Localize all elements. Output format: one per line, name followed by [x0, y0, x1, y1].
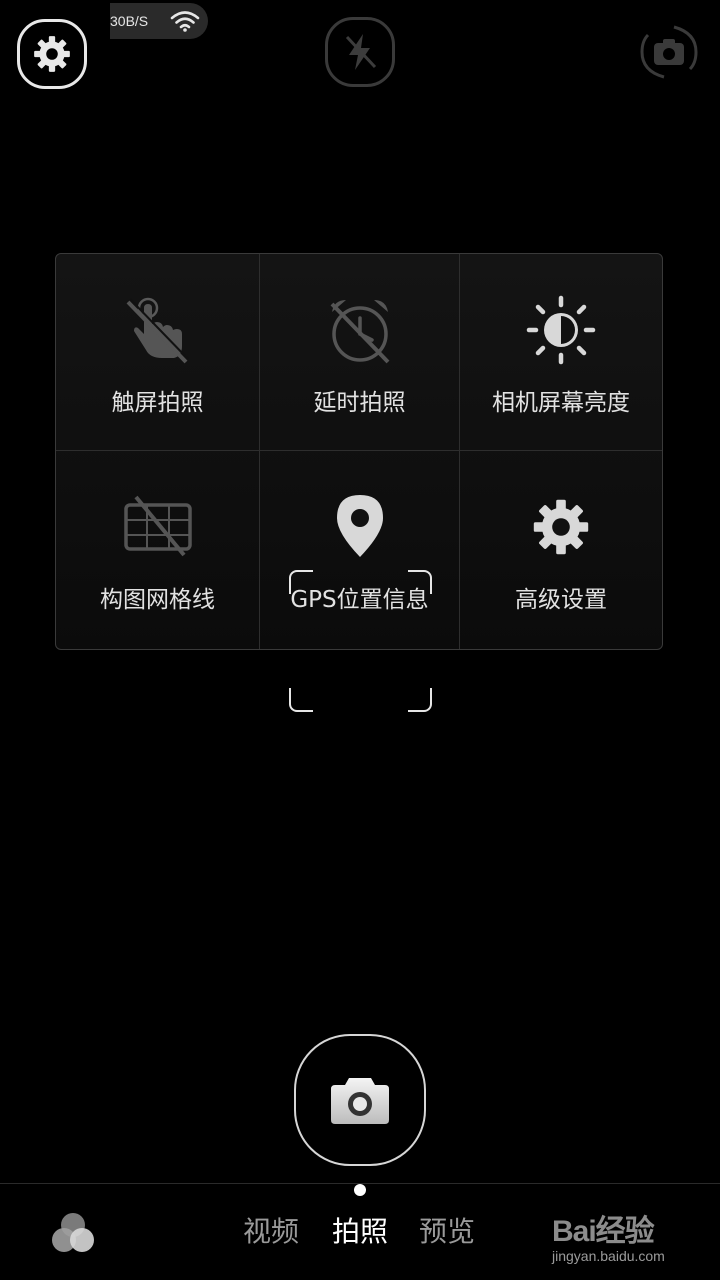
flash-toggle-button[interactable]: [325, 17, 395, 87]
screen-brightness-option[interactable]: 相机屏幕亮度: [460, 254, 662, 451]
focus-frame-corner: [289, 688, 313, 712]
screen-brightness-label: 相机屏幕亮度: [492, 390, 630, 416]
page-indicator-dot: [354, 1184, 366, 1196]
advanced-settings-option[interactable]: 高级设置: [460, 451, 662, 649]
baidu-watermark: Bai经验 jingyan.baidu.com: [550, 1200, 700, 1270]
gps-location-option[interactable]: GPS位置信息: [260, 451, 460, 649]
watermark-logo-text: Bai经验: [552, 1215, 655, 1248]
touch-shoot-option[interactable]: 触屏拍照: [56, 254, 260, 451]
focus-frame-corner: [408, 688, 432, 712]
camera-icon: [331, 1078, 389, 1124]
focus-frame-corner: [408, 570, 432, 594]
timer-shoot-option[interactable]: 延时拍照: [260, 254, 460, 451]
shutter-button[interactable]: [294, 1034, 426, 1166]
touch-shoot-off-icon: [126, 297, 189, 364]
grid-lines-label: 构图网格线: [100, 587, 215, 613]
mode-preview[interactable]: 预览: [419, 1212, 475, 1252]
settings-button[interactable]: [17, 19, 87, 89]
touch-shoot-label: 触屏拍照: [111, 390, 204, 416]
mode-photo[interactable]: 拍照: [332, 1212, 388, 1252]
brightness-icon: [526, 295, 596, 365]
timer-shoot-label: 延时拍照: [313, 390, 406, 416]
wifi-icon: [170, 11, 200, 32]
grid-lines-option[interactable]: 构图网格线: [56, 451, 260, 649]
grid-off-icon: [123, 495, 192, 557]
location-pin-icon: [336, 495, 383, 557]
status-indicator: 30B/S: [110, 3, 208, 39]
switch-camera-button[interactable]: [634, 17, 704, 87]
gear-icon: [533, 499, 589, 555]
watermark-url: jingyan.baidu.com: [552, 1248, 665, 1264]
flash-off-icon: [345, 34, 377, 70]
gear-icon: [34, 36, 70, 72]
camera-screen: 30B/S 触屏拍照 延时拍照 相机屏幕亮度 构图网格线 GPS位置信息 高级设…: [0, 0, 720, 1280]
camera-settings-panel: 触屏拍照 延时拍照 相机屏幕亮度 构图网格线 GPS位置信息 高级设置: [55, 253, 663, 650]
timer-off-icon: [330, 300, 389, 364]
advanced-settings-label: 高级设置: [515, 587, 607, 613]
camera-switch-icon: [640, 25, 698, 79]
focus-frame-corner: [289, 570, 313, 594]
network-speed: 30B/S: [110, 13, 149, 29]
mode-video[interactable]: 视频: [243, 1212, 299, 1252]
